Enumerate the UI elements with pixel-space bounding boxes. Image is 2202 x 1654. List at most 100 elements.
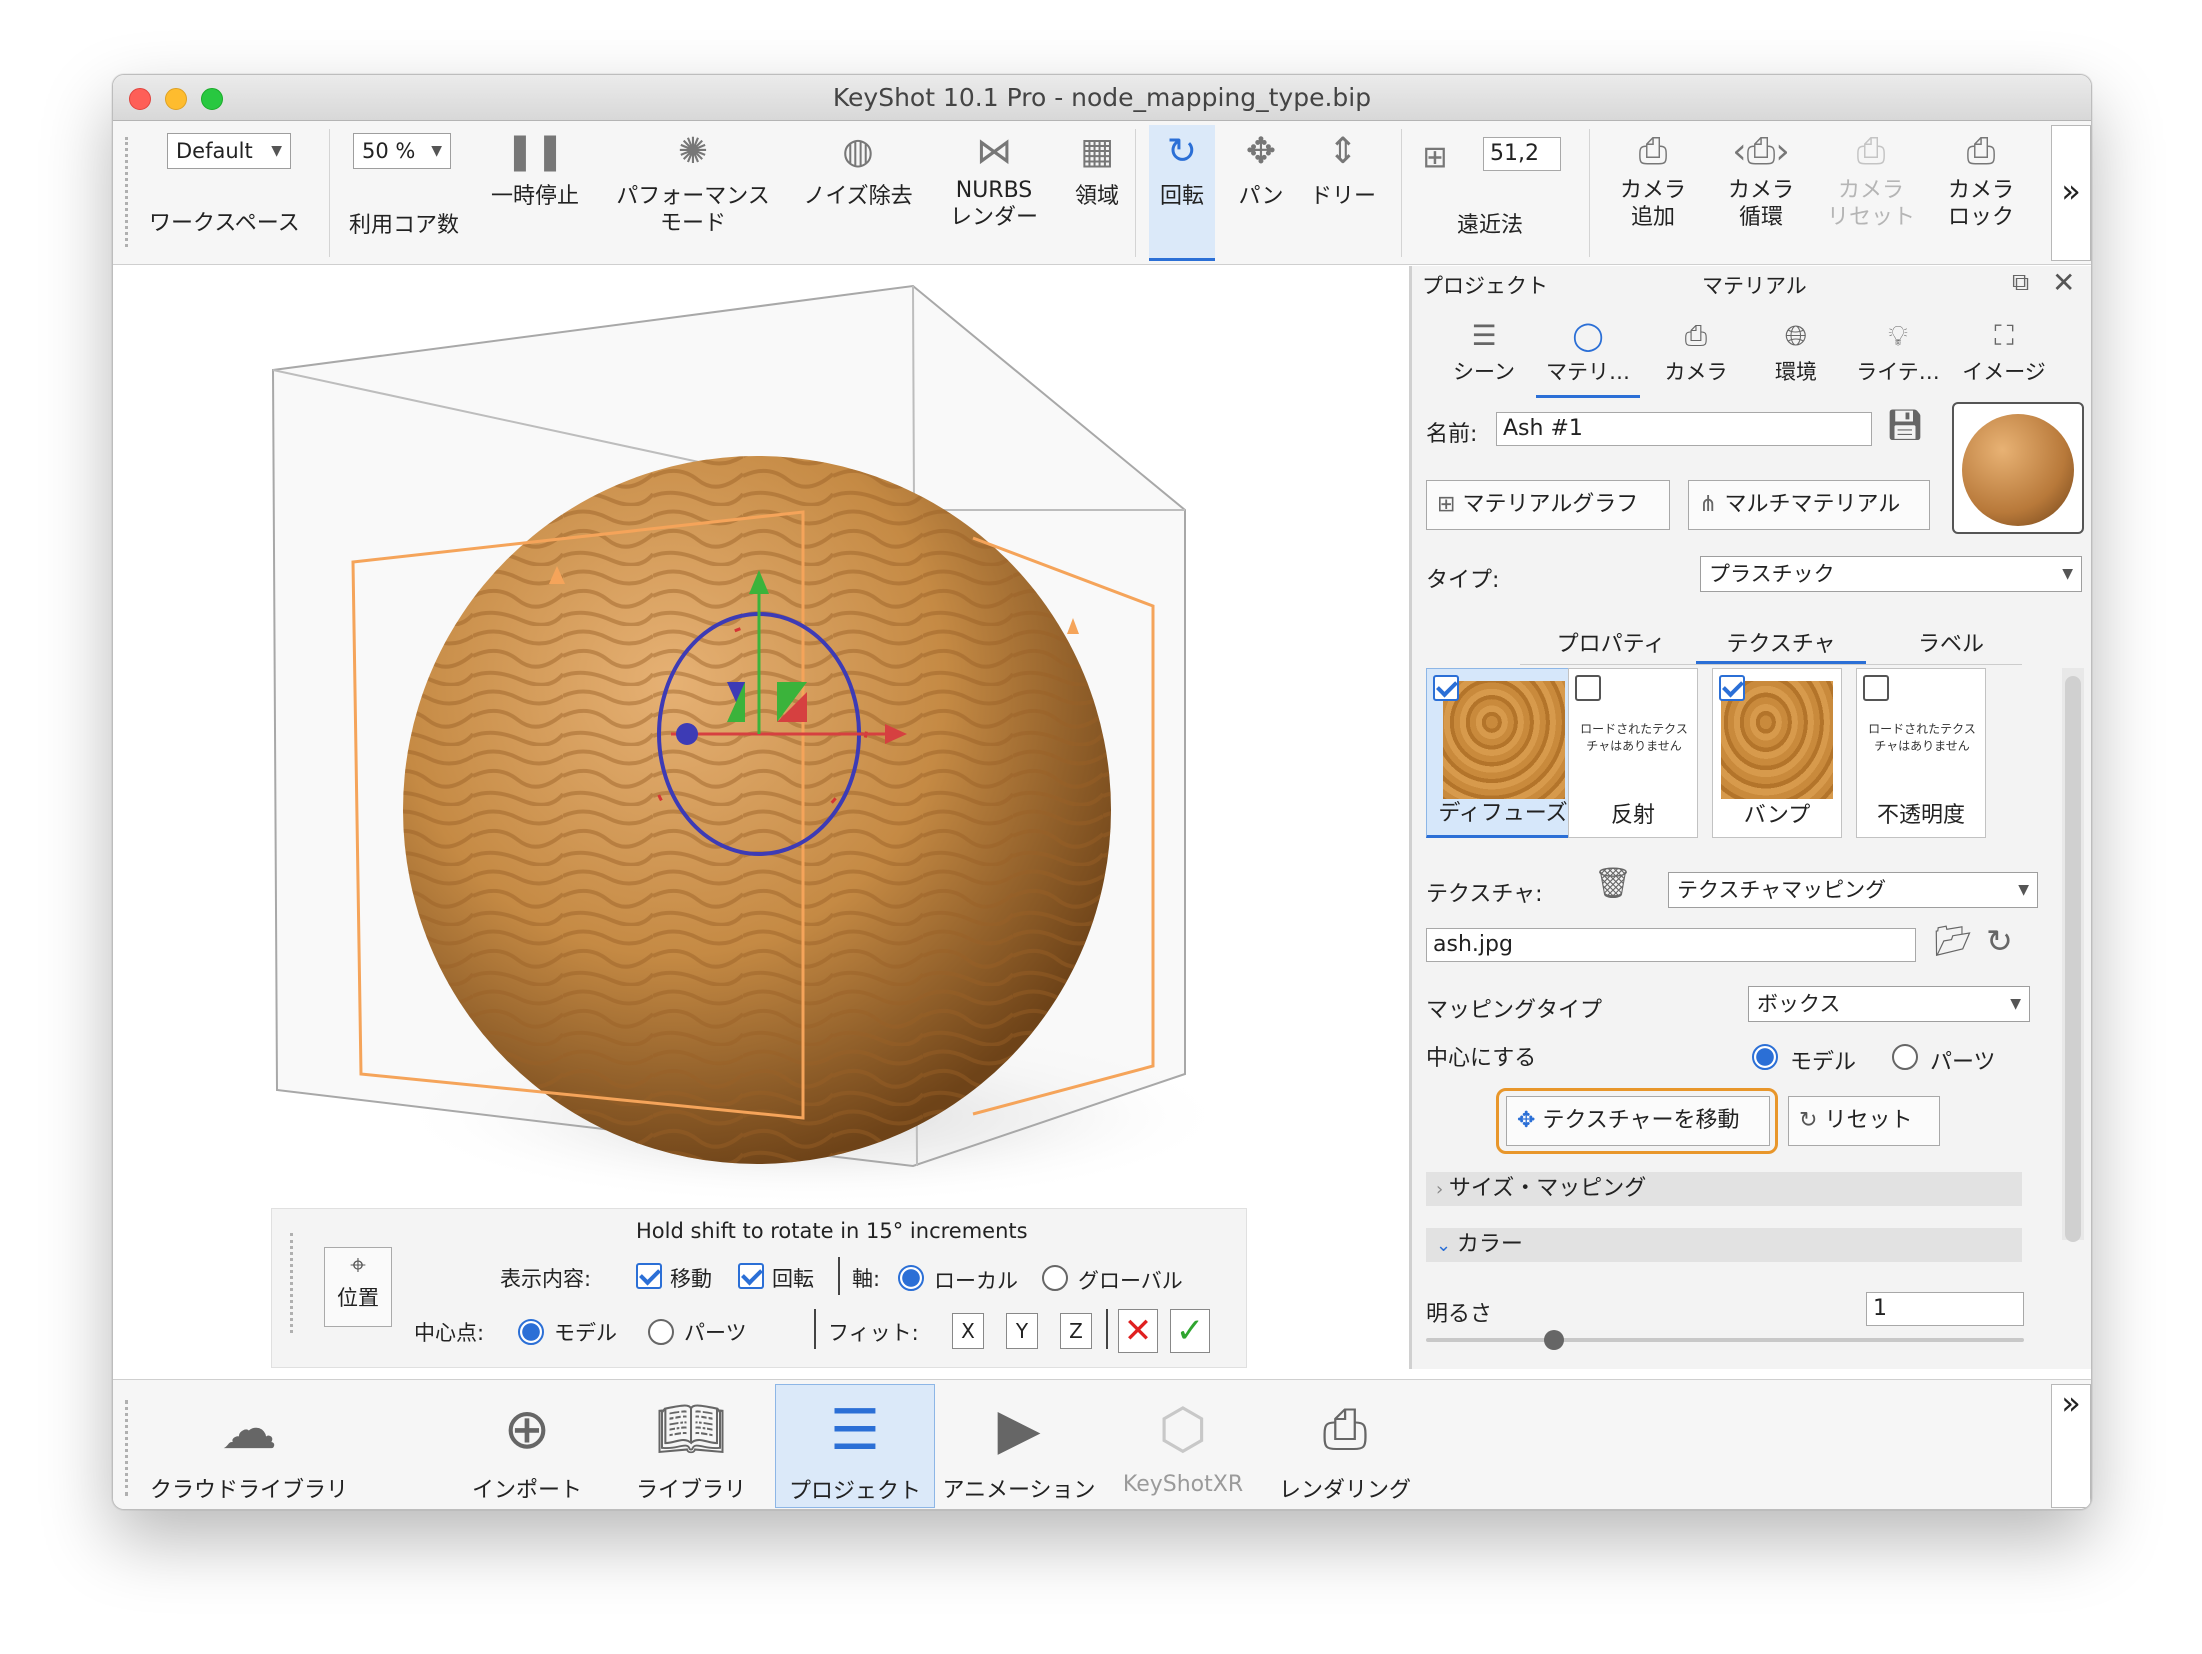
cores-value: 50 % xyxy=(362,139,416,163)
zoom-window-button[interactable] xyxy=(201,88,223,110)
reset-button[interactable]: ↻ リセット xyxy=(1788,1096,1940,1146)
workspace-dropdown[interactable]: Default ▼ xyxy=(167,133,291,169)
library-button[interactable]: 📖︎ ライブラリ xyxy=(611,1388,771,1504)
multi-material-button[interactable]: ⋔ マルチマテリアル xyxy=(1688,480,1930,530)
name-input[interactable]: Ash #1 xyxy=(1496,412,1872,446)
window-title: KeyShot 10.1 Pro - node_mapping_type.bip xyxy=(832,83,1372,112)
fit-y-button[interactable]: Y xyxy=(1006,1313,1038,1349)
region-icon: ▦ xyxy=(1079,131,1114,172)
pan-button[interactable]: ✥ パン xyxy=(1231,129,1291,210)
fit-x-button[interactable]: X xyxy=(952,1313,984,1349)
camera-lock-icon: ⎙ xyxy=(1966,131,1996,172)
brightness-input[interactable]: 1 xyxy=(1866,1292,2024,1326)
reload-icon[interactable]: ↻ xyxy=(1986,922,2013,960)
brightness-slider-thumb[interactable] xyxy=(1544,1330,1564,1350)
position-button[interactable]: ⌖ 位置 xyxy=(324,1247,392,1327)
move-texture-button[interactable]: ✥ テクスチャーを移動 xyxy=(1506,1096,1770,1146)
keyshotxr-button[interactable]: ⬡ KeyShotXR xyxy=(1103,1388,1263,1497)
toolbar-grip[interactable] xyxy=(125,137,129,247)
denoise-icon: ◍ xyxy=(842,131,874,172)
texture-slot-3[interactable]: ロードされたテクスチャはありません 不透明度 xyxy=(1856,668,1986,838)
confirm-icon[interactable]: ✓ xyxy=(1170,1309,1210,1353)
subtab-1[interactable]: テクスチャ xyxy=(1696,626,1866,664)
center-model-radio[interactable] xyxy=(1752,1044,1778,1070)
import-button[interactable]: ⊕ インポート xyxy=(447,1388,607,1504)
color-section-label: カラー xyxy=(1456,1232,1523,1257)
subtab-0[interactable]: プロパティ xyxy=(1526,626,1696,664)
cycle-camera-button[interactable]: ‹⎙› カメラ 循環 xyxy=(1711,129,1811,231)
perspective-input[interactable]: 51,2 xyxy=(1483,137,1561,171)
ribbon-overflow-button[interactable]: » xyxy=(2051,1384,2091,1508)
undock-icon[interactable]: ⧉ xyxy=(2012,268,2029,296)
panel-tab-0[interactable]: ☰ シーン xyxy=(1432,316,1536,398)
texture-type-dropdown[interactable]: テクスチャマッピング ▼ xyxy=(1668,872,2038,908)
texture-slot-1[interactable]: ロードされたテクスチャはありません 反射 xyxy=(1568,668,1698,838)
transform-grip[interactable] xyxy=(290,1233,294,1333)
nurbs-render-button[interactable]: ⋈ NURBS レンダー xyxy=(939,129,1049,231)
folder-icon[interactable]: 📂︎ xyxy=(1934,924,1972,959)
trash-icon[interactable]: 🗑︎ xyxy=(1594,866,1632,901)
denoise-button[interactable]: ◍ ノイズ除去 xyxy=(793,129,923,210)
save-material-icon[interactable]: 💾︎ xyxy=(1886,408,1924,443)
center-parts-radio[interactable] xyxy=(1892,1044,1918,1070)
fit-z-button[interactable]: Z xyxy=(1060,1313,1092,1349)
minimize-window-button[interactable] xyxy=(165,88,187,110)
texture-slot-0[interactable]: ディフューズ xyxy=(1426,668,1580,838)
close-window-button[interactable] xyxy=(129,88,151,110)
panel-tab-label: シーン xyxy=(1453,360,1515,384)
pivot-parts-radio[interactable] xyxy=(648,1319,674,1345)
material-preview[interactable] xyxy=(1952,402,2084,534)
toolbar-overflow-button[interactable]: » xyxy=(2051,125,2091,261)
rotate-button[interactable]: ↻ 回転 xyxy=(1149,125,1215,261)
performance-icon: ✺ xyxy=(677,131,709,172)
panel-tab-5[interactable]: ⛶ イメージ xyxy=(1952,316,2056,398)
texture-file-input[interactable]: ash.jpg xyxy=(1426,928,1916,962)
texture-enable-checkbox[interactable] xyxy=(1433,675,1459,701)
pan-icon: ✥ xyxy=(1245,131,1277,172)
size-mapping-section[interactable]: › サイズ・マッピング xyxy=(1426,1172,2022,1206)
panel-tab-2[interactable]: ⎙ カメラ xyxy=(1644,316,1748,398)
type-dropdown[interactable]: プラスチック ▼ xyxy=(1700,556,2082,592)
global-radio[interactable] xyxy=(1042,1265,1068,1291)
cancel-icon[interactable]: ✕ xyxy=(1118,1309,1158,1353)
panel-scrollbar[interactable] xyxy=(2062,668,2084,1242)
performance-mode-button[interactable]: ✺ パフォーマンス モード xyxy=(603,129,783,237)
ribbon-grip[interactable] xyxy=(125,1400,129,1496)
render-viewport[interactable]: ⌖ 位置 Hold shift to rotate in 15° increme… xyxy=(113,266,1405,1369)
rotate-checkbox[interactable] xyxy=(738,1263,764,1289)
mapping-type-dropdown[interactable]: ボックス ▼ xyxy=(1748,986,2030,1022)
add-camera-button[interactable]: ⎙ カメラ 追加 xyxy=(1603,129,1703,231)
texture-enable-checkbox[interactable] xyxy=(1575,675,1601,701)
rotate-hint: Hold shift to rotate in 15° increments xyxy=(636,1219,1028,1243)
rotate-option-label: 回転 xyxy=(772,1267,814,1291)
region-button[interactable]: ▦ 領域 xyxy=(1057,129,1137,210)
animation-button[interactable]: ▶︎ アニメーション xyxy=(939,1388,1099,1504)
panel-tab-3[interactable]: 🌐︎ 環境 xyxy=(1744,316,1848,398)
pause-label: 一時停止 xyxy=(490,184,579,209)
rendering-button[interactable]: ⎙ レンダリング xyxy=(1265,1388,1425,1504)
subtab-2[interactable]: ラベル xyxy=(1866,626,2036,664)
brightness-slider-track[interactable] xyxy=(1426,1338,2024,1342)
lock-camera-button[interactable]: ⎙ カメラ ロック xyxy=(1931,129,2031,231)
project-button[interactable]: ☰ プロジェクト xyxy=(775,1384,935,1508)
move-checkbox[interactable] xyxy=(636,1263,662,1289)
denoise-label: ノイズ除去 xyxy=(803,184,913,209)
panel-tab-4[interactable]: 💡︎ ライテ… xyxy=(1846,316,1950,398)
move-label: 移動 xyxy=(670,1267,712,1291)
texture-enable-checkbox[interactable] xyxy=(1863,675,1889,701)
texture-slot-2[interactable]: バンプ xyxy=(1712,668,1842,838)
panel-tab-1[interactable]: ◯ マテリ… xyxy=(1536,316,1640,398)
material-graph-button[interactable]: ⊞ マテリアルグラフ xyxy=(1426,480,1670,530)
cloud-library-button[interactable]: ☁︎ クラウドライブラリ xyxy=(149,1388,349,1504)
cores-dropdown[interactable]: 50 % ▼ xyxy=(353,133,451,169)
pause-button[interactable]: ❚❚ 一時停止 xyxy=(485,129,585,210)
local-radio[interactable] xyxy=(898,1265,924,1291)
pivot-model-radio[interactable] xyxy=(518,1319,544,1345)
dolly-button[interactable]: ⇕ ドリー xyxy=(1303,129,1383,210)
scrollbar-thumb[interactable] xyxy=(2065,676,2081,1242)
library-icon: 📖︎ xyxy=(655,1397,727,1462)
texture-enable-checkbox[interactable] xyxy=(1719,675,1745,701)
color-section[interactable]: ⌄ カラー xyxy=(1426,1228,2022,1262)
reset-camera-button[interactable]: ⎙ カメラ リセット xyxy=(1821,129,1921,231)
close-icon[interactable]: ✕ xyxy=(2052,266,2075,299)
